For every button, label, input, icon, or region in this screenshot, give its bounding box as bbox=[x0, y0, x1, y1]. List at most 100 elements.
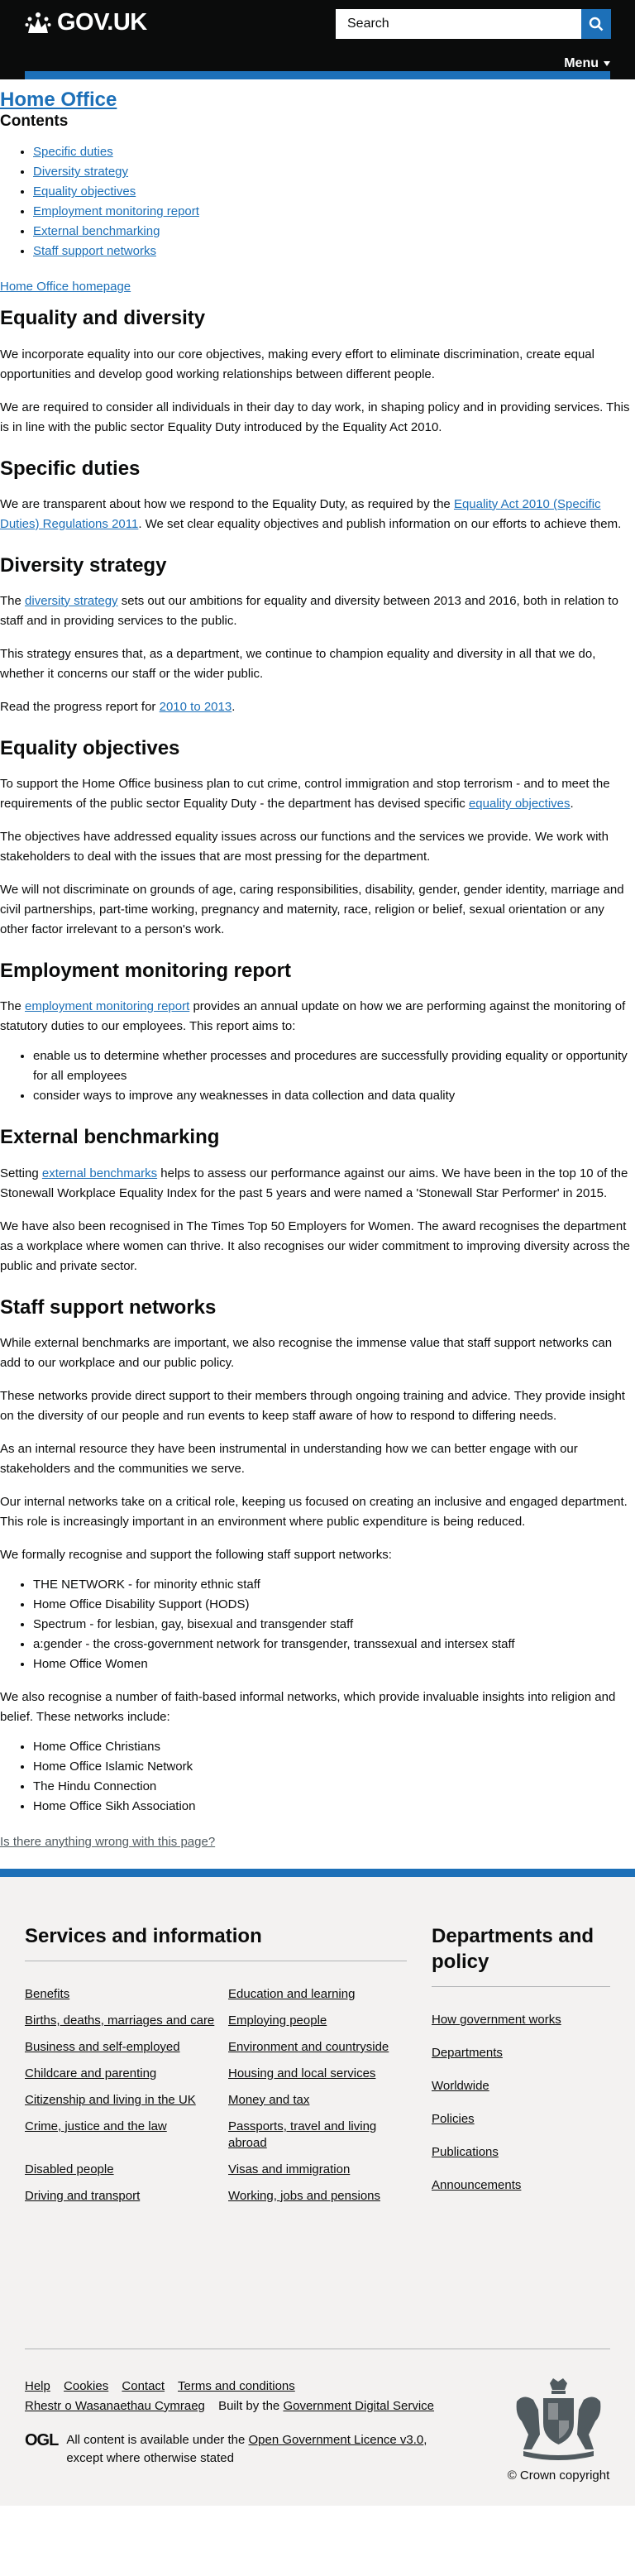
footer-link-welsh-services[interactable]: Rhestr o Wasanaethau Cymraeg bbox=[25, 2399, 205, 2413]
report-problem-link[interactable]: Is there anything wrong with this page? bbox=[0, 1835, 635, 1849]
footer-link-policies[interactable]: Policies bbox=[432, 2111, 610, 2128]
homepage-link[interactable]: Home Office homepage bbox=[0, 280, 635, 294]
footer-link-driving[interactable]: Driving and transport bbox=[25, 2188, 228, 2205]
footer-link-births-deaths[interactable]: Births, deaths, marriages and care bbox=[25, 2013, 228, 2029]
text: The bbox=[0, 999, 26, 1014]
search-icon bbox=[589, 17, 604, 31]
text: All content is available under the bbox=[66, 2432, 249, 2447]
search-button[interactable] bbox=[581, 9, 611, 39]
equality-objectives-paragraph: The objectives have addressed equality i… bbox=[0, 830, 609, 864]
list-item: consider ways to improve any weaknesses … bbox=[33, 1086, 635, 1106]
footer-link-education[interactable]: Education and learning bbox=[228, 1986, 407, 2003]
section-heading-employment-report: Employment monitoring report bbox=[0, 960, 292, 983]
footer-link-worldwide[interactable]: Worldwide bbox=[432, 2078, 610, 2095]
section-heading-specific-duties: Specific duties bbox=[0, 457, 141, 480]
diversity-strategy-link[interactable]: diversity strategy bbox=[25, 594, 118, 608]
footer-link-help[interactable]: Help bbox=[25, 2379, 50, 2393]
progress-report-link[interactable]: 2010 to 2013 bbox=[160, 700, 232, 714]
footer-link-crime-justice[interactable]: Crime, justice and the law bbox=[25, 2119, 228, 2152]
footer-link-publications[interactable]: Publications bbox=[432, 2144, 610, 2161]
footer-link-citizenship[interactable]: Citizenship and living in the UK bbox=[25, 2092, 228, 2109]
contents-item: Equality objectives bbox=[33, 182, 635, 202]
site-header: GOV.UK Menu bbox=[0, 0, 635, 79]
ogl-logo: OGL bbox=[25, 2430, 59, 2449]
contents-link-diversity-strategy[interactable]: Diversity strategy bbox=[33, 165, 128, 179]
meta-links: Help Cookies Contact Terms and condition… bbox=[25, 2377, 455, 2416]
crown-copyright-link[interactable]: © Crown copyright bbox=[507, 2468, 610, 2483]
list-item: Home Office Women bbox=[33, 1654, 635, 1674]
equality-objectives-paragraph: We will not discriminate on grounds of a… bbox=[0, 883, 624, 937]
equality-objectives-paragraph: To support the Home Office business plan… bbox=[0, 774, 635, 814]
external-benchmarks-link[interactable]: external benchmarks bbox=[42, 1166, 157, 1180]
services-links: Benefits Education and learning Births, … bbox=[25, 1986, 407, 2205]
staff-networks-paragraph: We also recognise a number of faith-base… bbox=[0, 1689, 616, 1724]
footer-link-cookies[interactable]: Cookies bbox=[64, 2379, 108, 2393]
footer-link-benefits[interactable]: Benefits bbox=[25, 1986, 228, 2003]
licence: OGL All content is available under the O… bbox=[25, 2431, 455, 2468]
list-item: Worldwide bbox=[432, 2078, 610, 2095]
progress-report-paragraph: Read the progress report for 2010 to 201… bbox=[0, 697, 635, 717]
gds-link[interactable]: Government Digital Service bbox=[283, 2399, 434, 2413]
services-heading: Services and information bbox=[25, 1923, 407, 1961]
footer-link-housing[interactable]: Housing and local services bbox=[228, 2066, 407, 2082]
employment-report-link[interactable]: employment monitoring report bbox=[25, 999, 189, 1013]
list-item: Policies bbox=[432, 2111, 610, 2128]
equality-objectives-link[interactable]: equality objectives bbox=[469, 797, 571, 811]
text: . We set clear equality objectives and p… bbox=[138, 516, 622, 531]
staff-networks-paragraph: As an internal resource they have been i… bbox=[0, 1441, 578, 1476]
benchmarking-paragraph: Setting external benchmarks helps to ass… bbox=[0, 1164, 635, 1204]
search-form bbox=[336, 9, 611, 39]
logo-text: GOV.UK bbox=[57, 9, 147, 36]
report-aims-list: enable us to determine whether processes… bbox=[33, 1046, 635, 1106]
diversity-strategy-paragraph: The diversity strategy sets out our ambi… bbox=[0, 591, 635, 631]
intro-paragraph: We are required to consider all individu… bbox=[0, 400, 630, 434]
footer-link-childcare[interactable]: Childcare and parenting bbox=[25, 2066, 228, 2082]
contents-item: Employment monitoring report bbox=[33, 202, 635, 222]
footer-link-departments[interactable]: Departments bbox=[432, 2045, 610, 2061]
section-heading-diversity-strategy: Diversity strategy bbox=[0, 553, 167, 577]
footer-link-visas[interactable]: Visas and immigration bbox=[228, 2162, 407, 2178]
footer-link-disabled[interactable]: Disabled people bbox=[25, 2162, 228, 2178]
diversity-strategy-paragraph: This strategy ensures that, as a departm… bbox=[0, 646, 596, 681]
contents-link-employment-report[interactable]: Employment monitoring report bbox=[33, 204, 199, 218]
section-heading-external-benchmarking: External benchmarking bbox=[0, 1126, 220, 1149]
contents-link-equality-objectives[interactable]: Equality objectives bbox=[33, 184, 136, 199]
footer-link-working-jobs[interactable]: Working, jobs and pensions bbox=[228, 2188, 407, 2205]
networks-list: THE NETWORK - for minority ethnic staff … bbox=[33, 1575, 635, 1674]
organisation-title-link[interactable]: Home Office bbox=[0, 89, 635, 111]
contents-link-specific-duties[interactable]: Specific duties bbox=[33, 145, 113, 159]
caret-down-icon bbox=[604, 61, 610, 66]
list-item: enable us to determine whether processes… bbox=[33, 1046, 635, 1086]
footer-link-employing-people[interactable]: Employing people bbox=[228, 2013, 407, 2029]
footer-link-environment[interactable]: Environment and countryside bbox=[228, 2039, 407, 2056]
page-title: Equality and diversity bbox=[0, 307, 206, 330]
contents-link-external-benchmarking[interactable]: External benchmarking bbox=[33, 224, 160, 238]
contents-heading: Contents bbox=[0, 113, 69, 131]
contents-item: Staff support networks bbox=[33, 242, 635, 261]
footer-navigation: Services and information Benefits Educat… bbox=[25, 1923, 610, 2210]
contents-link-staff-networks[interactable]: Staff support networks bbox=[33, 244, 156, 258]
site-footer: Services and information Benefits Educat… bbox=[0, 1868, 635, 2506]
footer-link-money-tax[interactable]: Money and tax bbox=[228, 2092, 407, 2109]
menu-button[interactable]: Menu bbox=[564, 56, 610, 71]
section-heading-equality-objectives: Equality objectives bbox=[0, 736, 180, 759]
footer-link-announcements[interactable]: Announcements bbox=[432, 2177, 610, 2194]
main-content: Home Office Contents Specific duties Div… bbox=[0, 79, 635, 1849]
govuk-logo-link[interactable]: GOV.UK bbox=[25, 9, 147, 36]
ogl-link[interactable]: Open Government Licence v3.0 bbox=[248, 2433, 423, 2447]
header-blue-stripe bbox=[25, 71, 610, 79]
search-input[interactable] bbox=[336, 9, 581, 39]
contents-item: Diversity strategy bbox=[33, 162, 635, 182]
text: Setting bbox=[0, 1166, 42, 1180]
menu-label: Menu bbox=[564, 56, 599, 70]
footer-link-business[interactable]: Business and self-employed bbox=[25, 2039, 228, 2056]
text: We are transparent about how we respond … bbox=[0, 496, 454, 511]
footer-link-passports[interactable]: Passports, travel and living abroad bbox=[228, 2119, 407, 2152]
footer-link-contact[interactable]: Contact bbox=[122, 2379, 165, 2393]
footer-link-how-government-works[interactable]: How government works bbox=[432, 2012, 610, 2028]
list-item: Departments bbox=[432, 2045, 610, 2061]
list-item: Announcements bbox=[432, 2177, 610, 2194]
contents-list: Specific duties Diversity strategy Equal… bbox=[33, 142, 635, 261]
footer-link-terms[interactable]: Terms and conditions bbox=[178, 2379, 295, 2393]
contents-item: External benchmarking bbox=[33, 222, 635, 242]
